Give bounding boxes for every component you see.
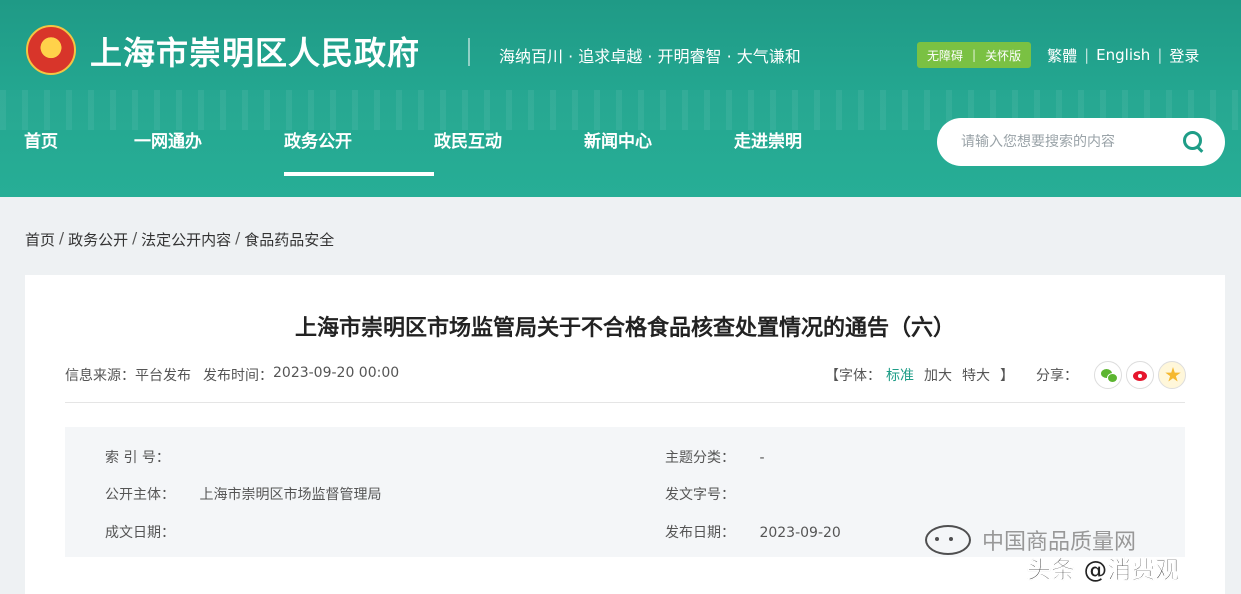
top-links: 无障碍 | 关怀版 繁體 | English | 登录 bbox=[917, 42, 1199, 68]
nav-news[interactable]: 新闻中心 bbox=[584, 127, 734, 152]
breadcrumb-food-drug-safety[interactable]: 食品药品安全 bbox=[244, 229, 334, 250]
published-date-row: 发布日期： 2023-09-20 bbox=[665, 522, 841, 542]
article-title: 上海市崇明区市场监管局关于不合格食品核查处置情况的通告（六） bbox=[294, 316, 955, 341]
accessibility-pill: 无障碍 | 关怀版 bbox=[917, 42, 1032, 68]
national-emblem-icon[interactable] bbox=[26, 25, 76, 75]
accessibility-link[interactable]: 无障碍 bbox=[927, 47, 963, 64]
care-version-link[interactable]: 关怀版 bbox=[985, 47, 1021, 64]
font-standard-button[interactable]: 标准 bbox=[886, 365, 914, 385]
search-icon[interactable] bbox=[1183, 131, 1205, 153]
source-label: 信息来源： bbox=[65, 368, 135, 384]
nav-government-affairs[interactable]: 政务公开 bbox=[284, 127, 434, 176]
login-link[interactable]: 登录 bbox=[1169, 45, 1199, 66]
font-bracket-close: 】 bbox=[1000, 368, 1014, 384]
topic-row: 主题分类： - bbox=[665, 447, 765, 467]
main-nav: 首页 一网通办 政务公开 政民互动 新闻中心 走进崇明 bbox=[24, 127, 884, 176]
nav-home[interactable]: 首页 bbox=[24, 127, 134, 152]
breadcrumb-statutory-content[interactable]: 法定公开内容 bbox=[141, 229, 231, 250]
doc-number-label: 发文字号： bbox=[665, 487, 735, 503]
doc-number-row: 发文字号： bbox=[665, 484, 739, 504]
topic-label: 主题分类： bbox=[665, 450, 735, 466]
search-input[interactable] bbox=[961, 134, 1183, 150]
index-number-label: 索 引 号： bbox=[105, 450, 170, 466]
publish-time-value: 2023-09-20 00:00 bbox=[273, 365, 400, 381]
font-size-label: 【字体： bbox=[825, 368, 881, 384]
watermark: 中国商品质量网 头条 @消费观 bbox=[920, 522, 1230, 584]
nav-one-network[interactable]: 一网通办 bbox=[134, 127, 284, 152]
publish-time-label: 发布时间： bbox=[203, 368, 273, 384]
pill-separator: | bbox=[972, 48, 977, 62]
meta-divider bbox=[65, 402, 1185, 403]
font-larger-button[interactable]: 加大 bbox=[924, 365, 952, 385]
published-date-label: 发布日期： bbox=[665, 525, 735, 541]
lang-separator: | bbox=[1084, 46, 1090, 64]
created-date-row: 成文日期： bbox=[105, 522, 179, 542]
title-divider bbox=[468, 38, 470, 66]
lang-separator: | bbox=[1157, 46, 1163, 64]
weibo-share-icon[interactable] bbox=[1126, 361, 1154, 389]
english-link[interactable]: English bbox=[1096, 46, 1150, 64]
site-slogan: 海纳百川 · 追求卓越 · 开明睿智 · 大气谦和 bbox=[499, 47, 801, 66]
publisher-row: 公开主体： 上海市崇明区市场监督管理局 bbox=[105, 484, 381, 504]
breadcrumb: 首页 / 政务公开 / 法定公开内容 / 食品药品安全 bbox=[25, 229, 334, 250]
topic-value: - bbox=[759, 450, 765, 466]
created-date-label: 成文日期： bbox=[105, 525, 175, 541]
publisher-value: 上海市崇明区市场监督管理局 bbox=[199, 487, 382, 503]
share-label: 分享： bbox=[1036, 368, 1078, 384]
watermark-account: 头条 @消费观 bbox=[1027, 556, 1180, 585]
wechat-share-icon[interactable] bbox=[1094, 361, 1122, 389]
site-header: 上海市崇明区人民政府 海纳百川 · 追求卓越 · 开明睿智 · 大气谦和 无障碍… bbox=[0, 0, 1241, 197]
publisher-label: 公开主体： bbox=[105, 487, 175, 503]
breadcrumb-separator: / bbox=[235, 229, 241, 247]
wechat-watermark-icon bbox=[925, 525, 971, 555]
nav-about-chongming[interactable]: 走进崇明 bbox=[734, 127, 884, 152]
traditional-chinese-link[interactable]: 繁體 bbox=[1047, 45, 1077, 66]
article-meta: 信息来源： 平台发布 发布时间： 2023-09-20 00:00 bbox=[65, 365, 399, 385]
index-number-row: 索 引 号： bbox=[105, 447, 174, 467]
breadcrumb-separator: / bbox=[132, 229, 138, 247]
font-extra-large-button[interactable]: 特大 bbox=[962, 365, 990, 385]
breadcrumb-separator: / bbox=[59, 229, 65, 247]
breadcrumb-government-affairs[interactable]: 政务公开 bbox=[68, 229, 128, 250]
favorite-star-icon[interactable] bbox=[1158, 361, 1186, 389]
nav-interaction[interactable]: 政民互动 bbox=[434, 127, 584, 152]
search-box bbox=[937, 118, 1225, 166]
breadcrumb-home[interactable]: 首页 bbox=[25, 229, 55, 250]
article-tools: 【字体： 标准 加大 特大 】 分享： bbox=[825, 361, 1186, 389]
source-value: 平台发布 bbox=[135, 368, 191, 384]
published-date-value: 2023-09-20 bbox=[759, 525, 841, 541]
site-title[interactable]: 上海市崇明区人民政府 bbox=[90, 28, 420, 74]
